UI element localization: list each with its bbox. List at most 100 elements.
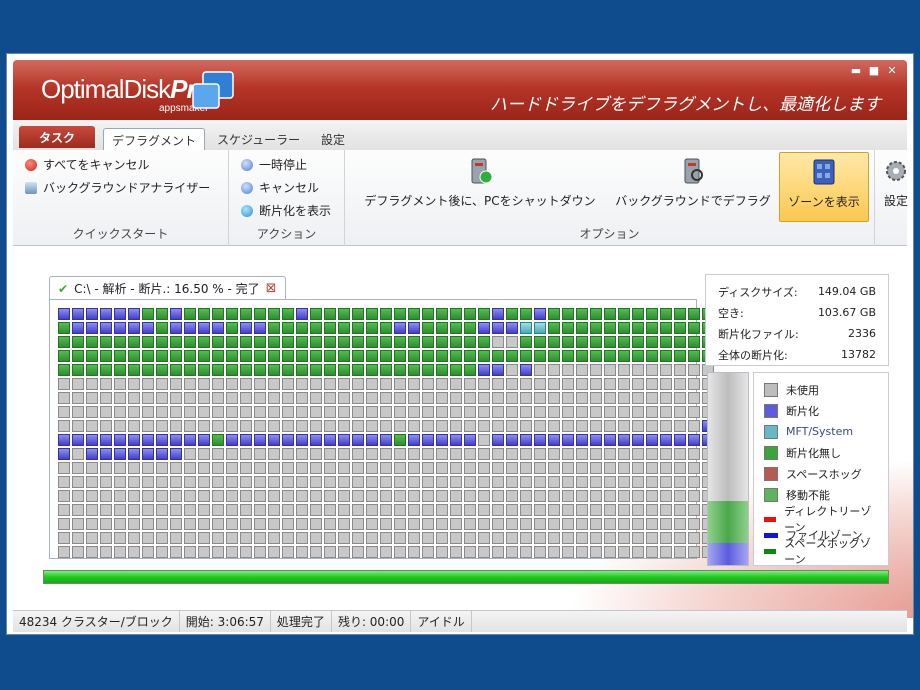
cluster-block bbox=[114, 532, 126, 544]
show-fragmentation-button[interactable]: 断片化を表示 bbox=[241, 202, 331, 219]
cluster-block bbox=[576, 406, 588, 418]
cluster-block bbox=[436, 308, 448, 320]
cluster-block bbox=[226, 476, 238, 488]
cluster-block bbox=[268, 462, 280, 474]
cluster-block bbox=[464, 392, 476, 404]
cluster-block bbox=[394, 322, 406, 334]
shutdown-after-defrag-button[interactable]: デフラグメント後に、PCをシャットダウン bbox=[355, 154, 605, 222]
cancel-button[interactable]: キャンセル bbox=[241, 179, 319, 196]
legend-panel: 未使用 断片化 MFT/System 断片化無し スペースホッグ 移動不能 ディ… bbox=[753, 372, 889, 566]
cluster-block bbox=[380, 406, 392, 418]
cancel-all-button[interactable]: すべてをキャンセル bbox=[25, 156, 149, 173]
cluster-block bbox=[506, 490, 518, 502]
cluster-block bbox=[268, 350, 280, 362]
cluster-block bbox=[492, 322, 504, 334]
cluster-block bbox=[534, 546, 546, 558]
settings-button[interactable]: 設定 bbox=[881, 154, 911, 222]
tab-settings[interactable]: 設定 bbox=[313, 128, 353, 150]
tab-scheduler[interactable]: スケジューラー bbox=[209, 128, 308, 150]
cluster-block bbox=[450, 434, 462, 446]
cluster-block bbox=[198, 378, 210, 390]
cluster-block bbox=[422, 462, 434, 474]
cluster-block bbox=[156, 546, 168, 558]
cluster-block bbox=[478, 518, 490, 530]
cluster-block bbox=[156, 364, 168, 376]
cluster-block bbox=[184, 434, 196, 446]
cluster-block bbox=[674, 546, 686, 558]
background-analyzer-button[interactable]: バックグラウンドアナライザー bbox=[25, 179, 210, 196]
options-group: デフラグメント後に、PCをシャットダウン バックグラウンドでデフラグ ゾーンを表… bbox=[345, 150, 875, 246]
maximize-button[interactable]: ■ bbox=[867, 64, 881, 77]
cluster-block bbox=[674, 434, 686, 446]
cluster-block bbox=[324, 420, 336, 432]
cluster-block bbox=[58, 462, 70, 474]
cluster-block bbox=[646, 518, 658, 530]
cluster-block bbox=[688, 392, 700, 404]
cluster-block bbox=[436, 462, 448, 474]
background-defrag-button[interactable]: バックグラウンドでデフラグ bbox=[609, 154, 777, 222]
cluster-block bbox=[520, 532, 532, 544]
cluster-block bbox=[268, 322, 280, 334]
cluster-block bbox=[86, 490, 98, 502]
cluster-block bbox=[352, 504, 364, 516]
cluster-block bbox=[128, 406, 140, 418]
cluster-block bbox=[478, 350, 490, 362]
show-zones-button[interactable]: ゾーンを表示 bbox=[779, 152, 869, 222]
drive-tab[interactable]: ✔ C:\ - 解析 - 断片.: 16.50 % - 完了 ⊠ bbox=[49, 276, 286, 300]
cluster-block bbox=[674, 490, 686, 502]
cluster-block bbox=[408, 420, 420, 432]
cluster-block bbox=[324, 378, 336, 390]
legend-swatch bbox=[764, 403, 778, 418]
cluster-block bbox=[324, 364, 336, 376]
app-logo: OptimalDiskPro bbox=[41, 74, 211, 104]
cluster-block bbox=[492, 350, 504, 362]
cluster-block bbox=[422, 490, 434, 502]
cluster-block bbox=[576, 532, 588, 544]
cluster-block bbox=[198, 504, 210, 516]
cluster-block bbox=[198, 336, 210, 348]
status-state: 処理完了 bbox=[271, 611, 332, 632]
close-button[interactable]: ✕ bbox=[885, 64, 899, 77]
cluster-block bbox=[170, 546, 182, 558]
cluster-block bbox=[212, 308, 224, 320]
cluster-block bbox=[310, 336, 322, 348]
cluster-block bbox=[184, 462, 196, 474]
cluster-block bbox=[338, 546, 350, 558]
cluster-block bbox=[128, 532, 140, 544]
cluster-block bbox=[324, 434, 336, 446]
legend-swatch bbox=[764, 466, 778, 481]
cluster-block bbox=[632, 518, 644, 530]
tab-task[interactable]: タスク bbox=[19, 126, 95, 148]
minimize-button[interactable]: ▬ bbox=[849, 64, 863, 77]
cluster-block bbox=[548, 322, 560, 334]
cluster-block bbox=[100, 364, 112, 376]
tab-defragment[interactable]: デフラグメント bbox=[103, 128, 206, 150]
cluster-block bbox=[436, 420, 448, 432]
cluster-block bbox=[254, 504, 266, 516]
cluster-block bbox=[562, 378, 574, 390]
cluster-block bbox=[394, 546, 406, 558]
pause-button[interactable]: 一時停止 bbox=[241, 156, 307, 173]
cluster-block bbox=[464, 546, 476, 558]
cluster-block bbox=[674, 476, 686, 488]
cluster-block bbox=[338, 350, 350, 362]
cluster-block bbox=[492, 364, 504, 376]
cluster-block bbox=[100, 448, 112, 460]
cluster-block bbox=[100, 462, 112, 474]
cluster-block bbox=[254, 378, 266, 390]
cluster-block bbox=[366, 504, 378, 516]
cluster-block bbox=[156, 378, 168, 390]
close-tab-icon[interactable]: ⊠ bbox=[266, 281, 277, 296]
zone-item: ディレクトリーゾーン bbox=[764, 505, 878, 534]
cluster-block bbox=[142, 308, 154, 320]
cluster-block bbox=[212, 462, 224, 474]
cluster-block bbox=[72, 364, 84, 376]
cluster-block bbox=[492, 504, 504, 516]
cluster-block bbox=[562, 546, 574, 558]
cluster-block bbox=[534, 504, 546, 516]
cluster-block bbox=[198, 350, 210, 362]
cluster-block bbox=[282, 462, 294, 474]
cluster-block bbox=[170, 392, 182, 404]
cluster-block bbox=[72, 336, 84, 348]
cluster-block bbox=[226, 350, 238, 362]
